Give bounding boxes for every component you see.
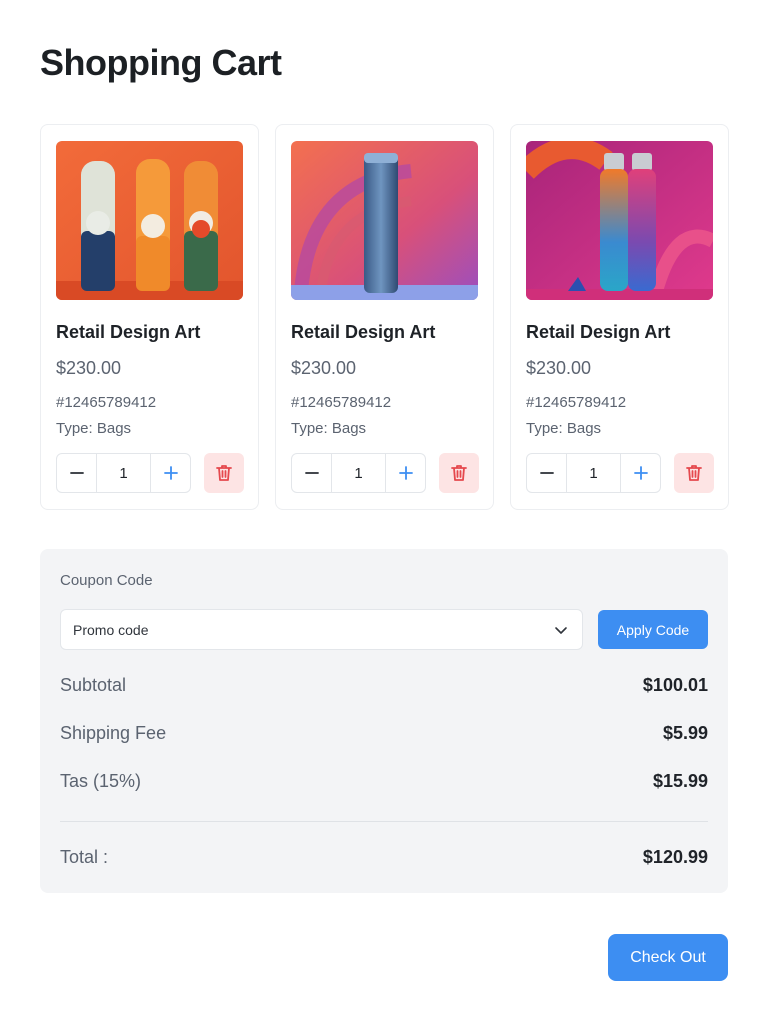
- shipping-label: Shipping Fee: [60, 723, 167, 743]
- tax-label: Tas (15%): [60, 771, 142, 791]
- decrease-quantity-button[interactable]: [527, 454, 567, 492]
- quantity-stepper: 1: [56, 453, 191, 493]
- product-type: Type: Bags: [291, 420, 367, 437]
- product-list: Retail Design Art $230.00 #12465789412 T…: [40, 124, 729, 510]
- shipping-value: $5.99: [662, 723, 708, 743]
- subtotal-label: Subtotal: [60, 675, 127, 695]
- quantity-stepper: 1: [291, 453, 426, 493]
- product-image[interactable]: [291, 141, 478, 300]
- plus-icon: [398, 466, 413, 480]
- card-actions: 1: [56, 453, 244, 493]
- plus-icon: [633, 466, 648, 480]
- shipping-row: Shipping Fee $5.99: [60, 723, 708, 744]
- product-name[interactable]: Retail Design Art: [56, 321, 243, 343]
- product-type: Type: Bags: [526, 420, 602, 437]
- tax-row: Tas (15%) $15.99: [60, 771, 708, 792]
- checkout-button[interactable]: Check Out: [608, 934, 728, 981]
- promo-code-select[interactable]: Promo code: [60, 609, 583, 650]
- product-name[interactable]: Retail Design Art: [526, 321, 713, 343]
- trash-icon: [686, 465, 702, 481]
- minus-icon: [69, 472, 84, 474]
- product-card: Retail Design Art $230.00 #12465789412 T…: [275, 124, 494, 510]
- minus-icon: [539, 472, 554, 474]
- decrease-quantity-button[interactable]: [292, 454, 332, 492]
- product-price: $230.00: [56, 358, 122, 378]
- trash-icon: [216, 465, 232, 481]
- increase-quantity-button[interactable]: [620, 454, 660, 492]
- card-actions: 1: [291, 453, 479, 493]
- product-sku: #12465789412: [526, 394, 627, 411]
- product-image[interactable]: [526, 141, 713, 300]
- total-row: Total : $120.99: [60, 847, 708, 868]
- quantity-value[interactable]: 1: [332, 454, 385, 492]
- plus-icon: [163, 466, 178, 480]
- card-actions: 1: [526, 453, 714, 493]
- quantity-stepper: 1: [526, 453, 661, 493]
- product-card: Retail Design Art $230.00 #12465789412 T…: [510, 124, 729, 510]
- delete-item-button[interactable]: [439, 453, 479, 493]
- product-sku: #12465789412: [291, 394, 392, 411]
- quantity-value[interactable]: 1: [567, 454, 620, 492]
- minus-icon: [304, 472, 319, 474]
- product-type: Type: Bags: [56, 420, 132, 437]
- product-sku: #12465789412: [56, 394, 157, 411]
- delete-item-button[interactable]: [674, 453, 714, 493]
- tax-value: $15.99: [652, 771, 708, 791]
- subtotal-row: Subtotal $100.01: [60, 675, 708, 696]
- increase-quantity-button[interactable]: [385, 454, 425, 492]
- total-label: Total :: [60, 847, 109, 867]
- summary-divider: [60, 821, 708, 822]
- product-price: $230.00: [526, 358, 592, 378]
- product-price: $230.00: [291, 358, 357, 378]
- delete-item-button[interactable]: [204, 453, 244, 493]
- increase-quantity-button[interactable]: [150, 454, 190, 492]
- apply-code-button[interactable]: Apply Code: [598, 610, 708, 649]
- product-name[interactable]: Retail Design Art: [291, 321, 478, 343]
- chevron-down-icon: [555, 626, 567, 634]
- quantity-value[interactable]: 1: [97, 454, 150, 492]
- product-image[interactable]: [56, 141, 243, 300]
- order-summary-panel: Coupon Code Promo code Apply Code Subtot…: [40, 549, 728, 893]
- total-value: $120.99: [642, 847, 708, 867]
- subtotal-value: $100.01: [642, 675, 708, 695]
- decrease-quantity-button[interactable]: [57, 454, 97, 492]
- product-card: Retail Design Art $230.00 #12465789412 T…: [40, 124, 259, 510]
- promo-code-value: Promo code: [73, 621, 149, 638]
- trash-icon: [451, 465, 467, 481]
- page-title: Shopping Cart: [40, 42, 282, 83]
- coupon-label: Coupon Code: [60, 572, 153, 589]
